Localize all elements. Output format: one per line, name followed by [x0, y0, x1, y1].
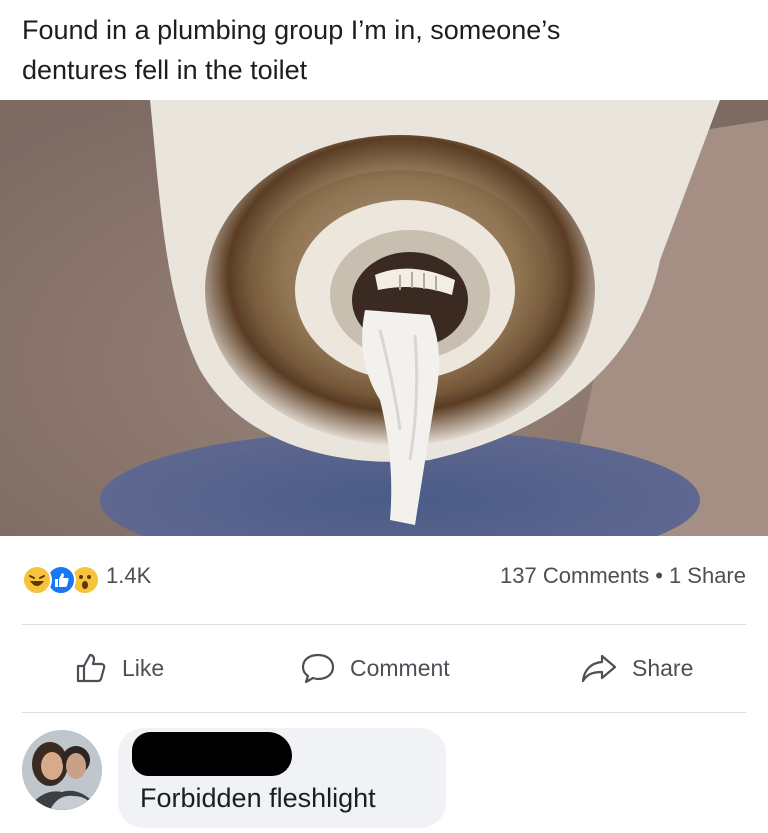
thumbs-up-icon	[76, 653, 106, 683]
share-button[interactable]: Share	[580, 648, 693, 688]
redacted-author-name	[132, 732, 292, 776]
post-action-bar: Like Comment Share	[22, 638, 746, 698]
like-button[interactable]: Like	[74, 648, 164, 688]
comment-button[interactable]: Comment	[300, 648, 450, 688]
comment-text: Forbidden fleshlight	[140, 783, 376, 813]
haha-reaction-icon	[22, 565, 52, 595]
share-arrow-icon	[581, 654, 617, 683]
comment: Forbidden fleshlight	[22, 728, 746, 828]
toilet-drain-image	[0, 100, 768, 536]
post-photo[interactable]	[0, 100, 768, 536]
stats-separator: •	[655, 563, 663, 588]
comment-label: Comment	[350, 654, 450, 681]
share-label: Share	[632, 654, 694, 681]
post-text-line-2: dentures fell in the toilet	[22, 55, 308, 85]
divider	[22, 624, 746, 625]
share-count[interactable]: 1 Share	[669, 563, 746, 588]
comment-bubble: Forbidden fleshlight	[118, 728, 446, 828]
like-label: Like	[122, 654, 165, 681]
avatar[interactable]	[22, 730, 102, 810]
post-stats-bar: 1.4K 137 Comments • 1 Share	[22, 560, 746, 600]
comment-bubble-icon	[301, 653, 335, 684]
reaction-count[interactable]: 1.4K	[106, 563, 151, 589]
post-text-line-1: Found in a plumbing group I’m in, someon…	[22, 15, 561, 45]
divider	[22, 712, 746, 713]
comments-shares-summary: 137 Comments • 1 Share	[500, 563, 746, 589]
post-text: Found in a plumbing group I’m in, someon…	[22, 10, 742, 90]
avatar-photo	[22, 730, 102, 810]
comment-count[interactable]: 137 Comments	[500, 563, 649, 588]
